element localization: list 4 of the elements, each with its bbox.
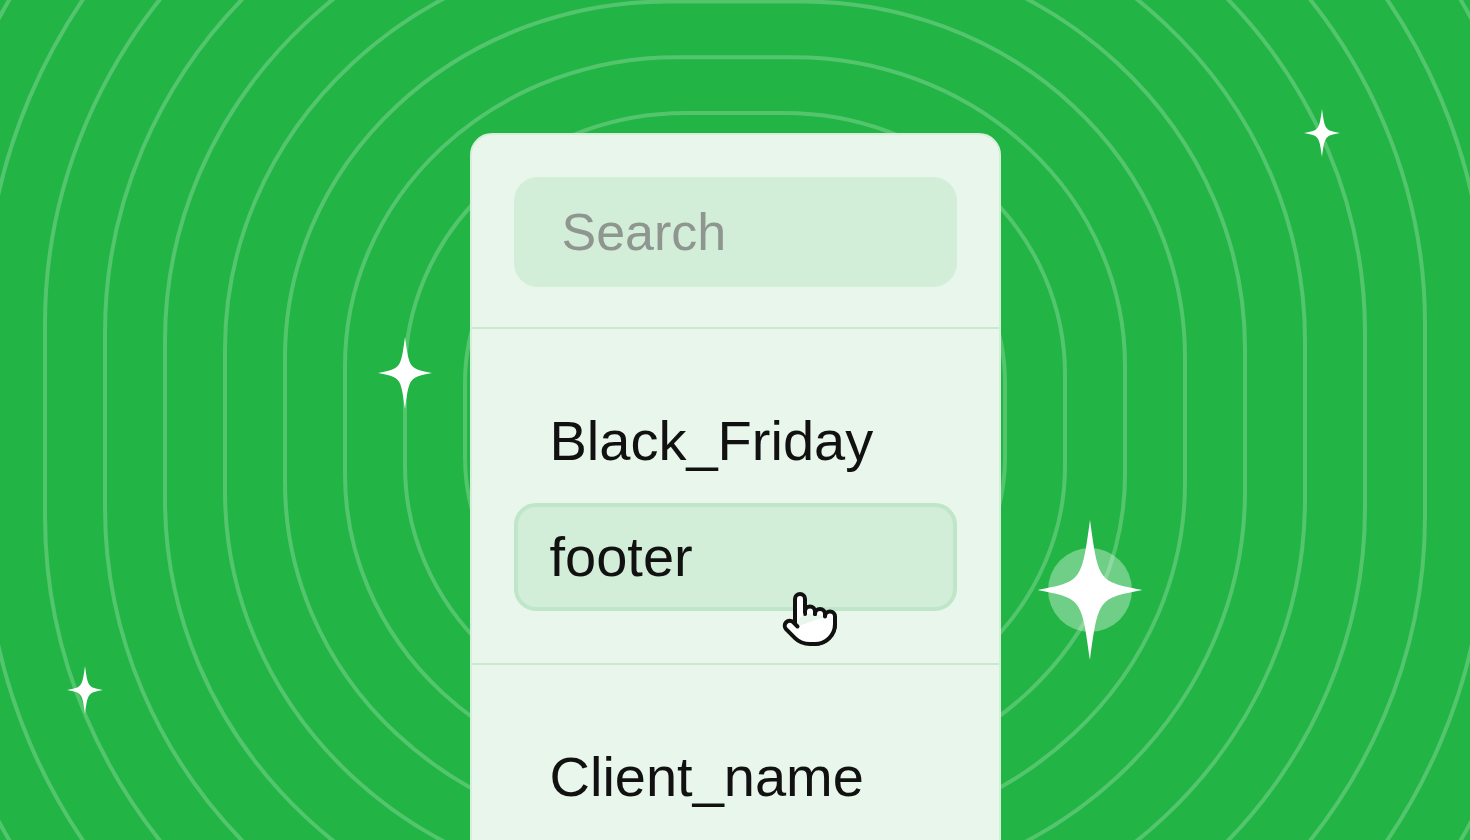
search-field[interactable]: Search bbox=[513, 177, 957, 287]
menu-item[interactable]: Black_Friday bbox=[513, 387, 957, 495]
menu-item[interactable]: Client_name bbox=[513, 723, 957, 831]
sparkle-icon bbox=[378, 337, 432, 409]
